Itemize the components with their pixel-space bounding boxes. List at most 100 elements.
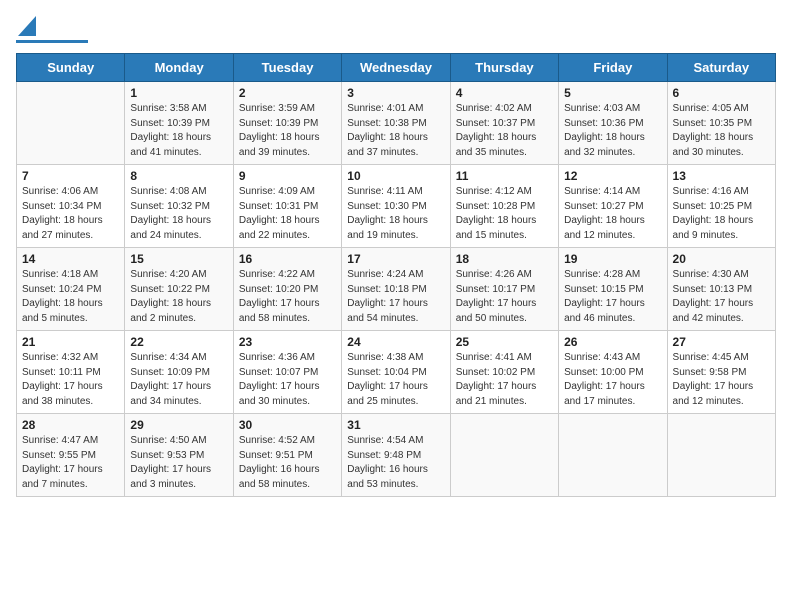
weekday-header-thursday: Thursday (450, 54, 558, 82)
day-info: Sunrise: 4:20 AMSunset: 10:22 PMDaylight… (130, 268, 227, 326)
day-number: 18 (456, 252, 553, 266)
calendar-cell: 20Sunrise: 4:30 AMSunset: 10:13 PMDaylig… (667, 248, 775, 331)
calendar-cell: 13 Sunrise: 4:16 AMSunset: 10:25 PMDaylig… (667, 165, 775, 248)
day-number: 19 (564, 252, 661, 266)
day-info: Sunrise: 4:38 AMSunset: 10:04 PMDaylight… (347, 351, 444, 409)
calendar-table: SundayMondayTuesdayWednesdayThursdayFrid… (16, 53, 776, 497)
day-info: Sunrise: 4:18 AMSunset: 10:24 PMDaylight… (22, 268, 119, 326)
calendar-cell: 7Sunrise: 4:06 AMSunset: 10:34 PMDayligh… (17, 165, 125, 248)
day-number: 11 (456, 169, 553, 183)
calendar-cell: 4 Sunrise: 4:02 AMSunset: 10:37 PMDayligh… (450, 82, 558, 165)
day-number: 2 (239, 86, 336, 100)
page-header (16, 16, 776, 43)
calendar-cell: 12Sunrise: 4:14 AMSunset: 10:27 PMDaylig… (559, 165, 667, 248)
calendar-cell: 22 Sunrise: 4:34 AMSunset: 10:09 PMDaylig… (125, 331, 233, 414)
day-number: 15 (130, 252, 227, 266)
calendar-cell (559, 414, 667, 497)
calendar-cell: 9Sunrise: 4:09 AMSunset: 10:31 PMDayligh… (233, 165, 341, 248)
day-info: Sunrise: 4:11 AMSunset: 10:30 PMDaylight… (347, 185, 444, 243)
day-info: Sunrise: 4:08 AMSunset: 10:32 PMDaylight… (130, 185, 227, 243)
day-info: Sunrise: 4:43 AMSunset: 10:00 PMDaylight… (564, 351, 661, 409)
day-number: 29 (130, 418, 227, 432)
day-info: Sunrise: 4:32 AMSunset: 10:11 PMDaylight… (22, 351, 119, 409)
weekday-header-wednesday: Wednesday (342, 54, 450, 82)
weekday-header-friday: Friday (559, 54, 667, 82)
day-info: Sunrise: 3:58 AMSunset: 10:39 PMDaylight… (130, 102, 227, 160)
calendar-cell: 26Sunrise: 4:43 AMSunset: 10:00 PMDaylig… (559, 331, 667, 414)
day-number: 20 (673, 252, 770, 266)
day-info: Sunrise: 4:26 AMSunset: 10:17 PMDaylight… (456, 268, 553, 326)
calendar-week-4: 21 Sunrise: 4:32 AMSunset: 10:11 PMDaylig… (17, 331, 776, 414)
day-number: 7 (22, 169, 119, 183)
calendar-cell: 15 Sunrise: 4:20 AMSunset: 10:22 PMDaylig… (125, 248, 233, 331)
day-number: 16 (239, 252, 336, 266)
day-number: 23 (239, 335, 336, 349)
day-info: Sunrise: 3:59 AMSunset: 10:39 PMDaylight… (239, 102, 336, 160)
day-info: Sunrise: 4:05 AMSunset: 10:35 PMDaylight… (673, 102, 770, 160)
calendar-cell (17, 82, 125, 165)
calendar-cell: 21 Sunrise: 4:32 AMSunset: 10:11 PMDaylig… (17, 331, 125, 414)
day-number: 8 (130, 169, 227, 183)
calendar-cell: 28Sunrise: 4:47 AMSunset: 9:55 PMDayligh… (17, 414, 125, 497)
day-number: 3 (347, 86, 444, 100)
day-number: 22 (130, 335, 227, 349)
day-info: Sunrise: 4:45 AMSunset: 9:58 PMDaylight:… (673, 351, 770, 409)
day-number: 12 (564, 169, 661, 183)
weekday-header-tuesday: Tuesday (233, 54, 341, 82)
calendar-cell: 31 Sunrise: 4:54 AMSunset: 9:48 PMDayligh… (342, 414, 450, 497)
day-number: 10 (347, 169, 444, 183)
calendar-cell: 6 Sunrise: 4:05 AMSunset: 10:35 PMDayligh… (667, 82, 775, 165)
calendar-week-5: 28Sunrise: 4:47 AMSunset: 9:55 PMDayligh… (17, 414, 776, 497)
day-info: Sunrise: 4:02 AMSunset: 10:37 PMDaylight… (456, 102, 553, 160)
calendar-week-2: 7Sunrise: 4:06 AMSunset: 10:34 PMDayligh… (17, 165, 776, 248)
calendar-cell (450, 414, 558, 497)
day-info: Sunrise: 4:22 AMSunset: 10:20 PMDaylight… (239, 268, 336, 326)
day-number: 14 (22, 252, 119, 266)
day-info: Sunrise: 4:12 AMSunset: 10:28 PMDaylight… (456, 185, 553, 243)
day-info: Sunrise: 4:24 AMSunset: 10:18 PMDaylight… (347, 268, 444, 326)
calendar-cell: 1 Sunrise: 3:58 AMSunset: 10:39 PMDayligh… (125, 82, 233, 165)
day-number: 21 (22, 335, 119, 349)
weekday-header-saturday: Saturday (667, 54, 775, 82)
day-number: 9 (239, 169, 336, 183)
day-info: Sunrise: 4:54 AMSunset: 9:48 PMDaylight:… (347, 434, 444, 492)
day-number: 24 (347, 335, 444, 349)
day-number: 5 (564, 86, 661, 100)
calendar-cell: 30Sunrise: 4:52 AMSunset: 9:51 PMDayligh… (233, 414, 341, 497)
calendar-cell: 5 Sunrise: 4:03 AMSunset: 10:36 PMDayligh… (559, 82, 667, 165)
calendar-cell: 16 Sunrise: 4:22 AMSunset: 10:20 PMDaylig… (233, 248, 341, 331)
day-info: Sunrise: 4:34 AMSunset: 10:09 PMDaylight… (130, 351, 227, 409)
day-info: Sunrise: 4:16 AMSunset: 10:25 PMDaylight… (673, 185, 770, 243)
calendar-cell: 19 Sunrise: 4:28 AMSunset: 10:15 PMDaylig… (559, 248, 667, 331)
calendar-cell: 3 Sunrise: 4:01 AMSunset: 10:38 PMDayligh… (342, 82, 450, 165)
calendar-cell: 8 Sunrise: 4:08 AMSunset: 10:32 PMDayligh… (125, 165, 233, 248)
calendar-week-3: 14 Sunrise: 4:18 AMSunset: 10:24 PMDaylig… (17, 248, 776, 331)
day-number: 13 (673, 169, 770, 183)
day-number: 31 (347, 418, 444, 432)
day-info: Sunrise: 4:01 AMSunset: 10:38 PMDaylight… (347, 102, 444, 160)
calendar-cell: 14 Sunrise: 4:18 AMSunset: 10:24 PMDaylig… (17, 248, 125, 331)
day-number: 4 (456, 86, 553, 100)
calendar-cell: 2 Sunrise: 3:59 AMSunset: 10:39 PMDayligh… (233, 82, 341, 165)
day-info: Sunrise: 4:03 AMSunset: 10:36 PMDaylight… (564, 102, 661, 160)
day-number: 17 (347, 252, 444, 266)
weekday-header-monday: Monday (125, 54, 233, 82)
calendar-cell: 27 Sunrise: 4:45 AMSunset: 9:58 PMDayligh… (667, 331, 775, 414)
day-number: 6 (673, 86, 770, 100)
calendar-cell: 24 Sunrise: 4:38 AMSunset: 10:04 PMDaylig… (342, 331, 450, 414)
day-info: Sunrise: 4:41 AMSunset: 10:02 PMDaylight… (456, 351, 553, 409)
calendar-week-1: 1 Sunrise: 3:58 AMSunset: 10:39 PMDayligh… (17, 82, 776, 165)
day-info: Sunrise: 4:28 AMSunset: 10:15 PMDaylight… (564, 268, 661, 326)
day-info: Sunrise: 4:50 AMSunset: 9:53 PMDaylight:… (130, 434, 227, 492)
calendar-cell: 17 Sunrise: 4:24 AMSunset: 10:18 PMDaylig… (342, 248, 450, 331)
calendar-cell: 23 Sunrise: 4:36 AMSunset: 10:07 PMDaylig… (233, 331, 341, 414)
calendar-cell (667, 414, 775, 497)
day-number: 27 (673, 335, 770, 349)
logo-arrow-icon (18, 16, 36, 36)
day-number: 25 (456, 335, 553, 349)
calendar-cell: 18 Sunrise: 4:26 AMSunset: 10:17 PMDaylig… (450, 248, 558, 331)
day-number: 30 (239, 418, 336, 432)
day-info: Sunrise: 4:36 AMSunset: 10:07 PMDaylight… (239, 351, 336, 409)
day-number: 1 (130, 86, 227, 100)
day-number: 28 (22, 418, 119, 432)
